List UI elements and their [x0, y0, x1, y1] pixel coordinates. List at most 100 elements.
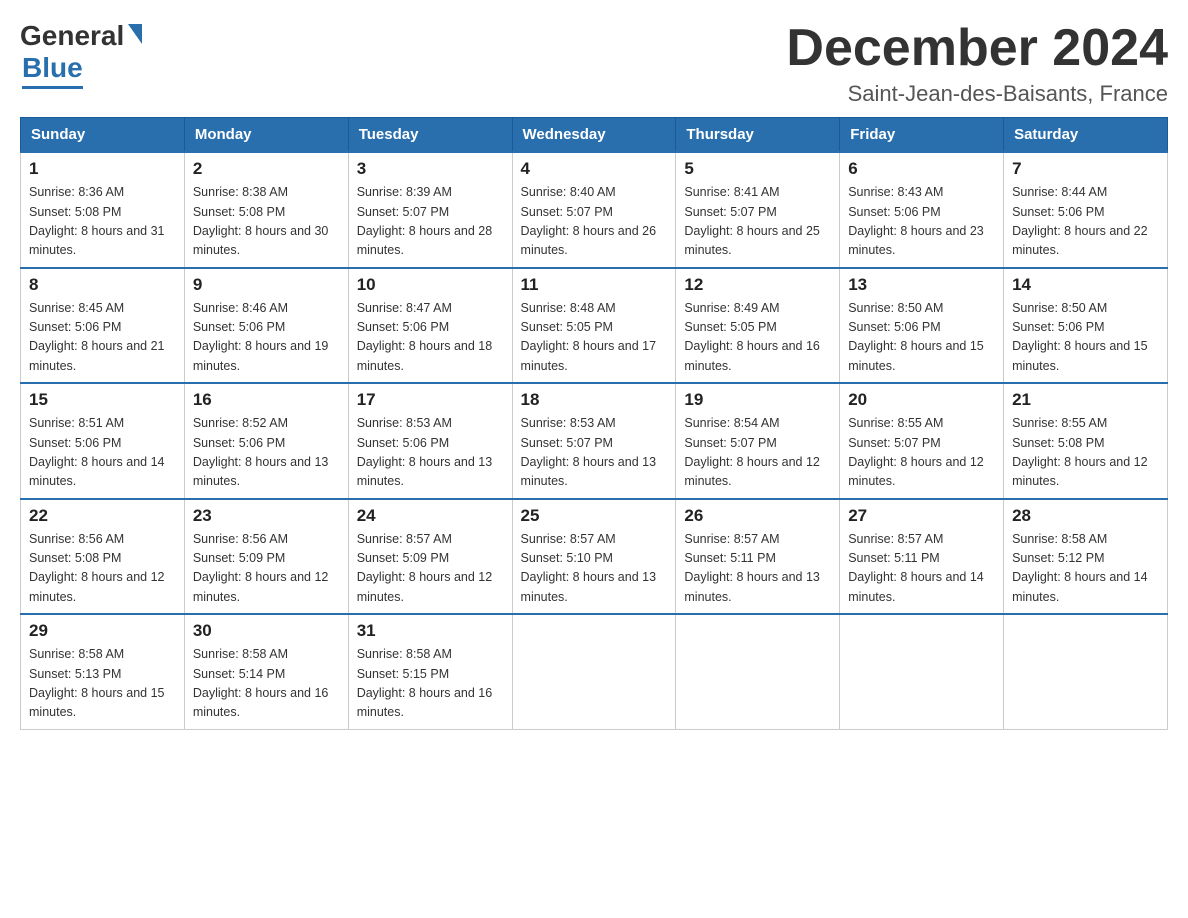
day-number: 7 [1012, 159, 1159, 179]
logo-blue-text: Blue [22, 52, 83, 83]
week-row-4: 22 Sunrise: 8:56 AMSunset: 5:08 PMDayligh… [21, 499, 1168, 615]
calendar-cell: 8 Sunrise: 8:45 AMSunset: 5:06 PMDaylight… [21, 268, 185, 384]
day-info: Sunrise: 8:53 AMSunset: 5:07 PMDaylight:… [521, 414, 668, 492]
calendar-cell: 25 Sunrise: 8:57 AMSunset: 5:10 PMDayligh… [512, 499, 676, 615]
day-info: Sunrise: 8:49 AMSunset: 5:05 PMDaylight:… [684, 299, 831, 377]
day-number: 15 [29, 390, 176, 410]
day-number: 22 [29, 506, 176, 526]
calendar-cell: 12 Sunrise: 8:49 AMSunset: 5:05 PMDayligh… [676, 268, 840, 384]
day-info: Sunrise: 8:47 AMSunset: 5:06 PMDaylight:… [357, 299, 504, 377]
calendar-cell: 15 Sunrise: 8:51 AMSunset: 5:06 PMDayligh… [21, 383, 185, 499]
day-number: 16 [193, 390, 340, 410]
calendar-cell: 30Sunrise: 8:58 AMSunset: 5:14 PMDayligh… [184, 614, 348, 729]
calendar-cell: 19 Sunrise: 8:54 AMSunset: 5:07 PMDayligh… [676, 383, 840, 499]
day-number: 12 [684, 275, 831, 295]
calendar-cell: 22 Sunrise: 8:56 AMSunset: 5:08 PMDayligh… [21, 499, 185, 615]
day-number: 26 [684, 506, 831, 526]
calendar-cell: 10 Sunrise: 8:47 AMSunset: 5:06 PMDayligh… [348, 268, 512, 384]
week-row-5: 29Sunrise: 8:58 AMSunset: 5:13 PMDayligh… [21, 614, 1168, 729]
day-info: Sunrise: 8:46 AMSunset: 5:06 PMDaylight:… [193, 299, 340, 377]
day-info: Sunrise: 8:53 AMSunset: 5:06 PMDaylight:… [357, 414, 504, 492]
day-number: 14 [1012, 275, 1159, 295]
day-info: Sunrise: 8:45 AMSunset: 5:06 PMDaylight:… [29, 299, 176, 377]
day-info: Sunrise: 8:50 AMSunset: 5:06 PMDaylight:… [1012, 299, 1159, 377]
calendar-cell: 21Sunrise: 8:55 AMSunset: 5:08 PMDayligh… [1004, 383, 1168, 499]
day-header-thursday: Thursday [676, 118, 840, 153]
calendar-cell [1004, 614, 1168, 729]
day-header-saturday: Saturday [1004, 118, 1168, 153]
week-row-2: 8 Sunrise: 8:45 AMSunset: 5:06 PMDaylight… [21, 268, 1168, 384]
calendar-cell: 28 Sunrise: 8:58 AMSunset: 5:12 PMDayligh… [1004, 499, 1168, 615]
calendar-cell: 13 Sunrise: 8:50 AMSunset: 5:06 PMDayligh… [840, 268, 1004, 384]
calendar-cell: 6Sunrise: 8:43 AMSunset: 5:06 PMDaylight… [840, 152, 1004, 268]
day-number: 9 [193, 275, 340, 295]
calendar-cell: 23 Sunrise: 8:56 AMSunset: 5:09 PMDayligh… [184, 499, 348, 615]
day-number: 29 [29, 621, 176, 641]
calendar-cell: 31Sunrise: 8:58 AMSunset: 5:15 PMDayligh… [348, 614, 512, 729]
calendar-cell: 5 Sunrise: 8:41 AMSunset: 5:07 PMDaylight… [676, 152, 840, 268]
day-info: Sunrise: 8:55 AMSunset: 5:08 PMDaylight:… [1012, 414, 1159, 492]
day-number: 4 [521, 159, 668, 179]
day-number: 11 [521, 275, 668, 295]
calendar-cell: 27 Sunrise: 8:57 AMSunset: 5:11 PMDayligh… [840, 499, 1004, 615]
logo-triangle-icon [128, 24, 142, 44]
day-info: Sunrise: 8:38 AMSunset: 5:08 PMDaylight:… [193, 183, 340, 261]
day-info: Sunrise: 8:57 AMSunset: 5:11 PMDaylight:… [848, 530, 995, 608]
day-header-tuesday: Tuesday [348, 118, 512, 153]
calendar-cell [676, 614, 840, 729]
day-info: Sunrise: 8:58 AMSunset: 5:14 PMDaylight:… [193, 645, 340, 723]
month-title: December 2024 [786, 20, 1168, 77]
day-info: Sunrise: 8:50 AMSunset: 5:06 PMDaylight:… [848, 299, 995, 377]
day-info: Sunrise: 8:41 AMSunset: 5:07 PMDaylight:… [684, 183, 831, 261]
calendar-cell: 4 Sunrise: 8:40 AMSunset: 5:07 PMDaylight… [512, 152, 676, 268]
calendar-cell [512, 614, 676, 729]
day-number: 20 [848, 390, 995, 410]
calendar-cell: 3Sunrise: 8:39 AMSunset: 5:07 PMDaylight… [348, 152, 512, 268]
day-header-sunday: Sunday [21, 118, 185, 153]
calendar-cell: 7Sunrise: 8:44 AMSunset: 5:06 PMDaylight… [1004, 152, 1168, 268]
day-info: Sunrise: 8:40 AMSunset: 5:07 PMDaylight:… [521, 183, 668, 261]
calendar-cell: 18 Sunrise: 8:53 AMSunset: 5:07 PMDayligh… [512, 383, 676, 499]
day-number: 17 [357, 390, 504, 410]
calendar-cell: 9 Sunrise: 8:46 AMSunset: 5:06 PMDaylight… [184, 268, 348, 384]
day-info: Sunrise: 8:56 AMSunset: 5:08 PMDaylight:… [29, 530, 176, 608]
day-info: Sunrise: 8:51 AMSunset: 5:06 PMDaylight:… [29, 414, 176, 492]
week-row-3: 15 Sunrise: 8:51 AMSunset: 5:06 PMDayligh… [21, 383, 1168, 499]
calendar-cell: 1Sunrise: 8:36 AMSunset: 5:08 PMDaylight… [21, 152, 185, 268]
location-title: Saint-Jean-des-Baisants, France [786, 81, 1168, 107]
day-number: 1 [29, 159, 176, 179]
calendar-cell: 14 Sunrise: 8:50 AMSunset: 5:06 PMDayligh… [1004, 268, 1168, 384]
calendar-cell: 11 Sunrise: 8:48 AMSunset: 5:05 PMDayligh… [512, 268, 676, 384]
day-number: 25 [521, 506, 668, 526]
calendar-cell: 24 Sunrise: 8:57 AMSunset: 5:09 PMDayligh… [348, 499, 512, 615]
calendar-cell [840, 614, 1004, 729]
day-number: 3 [357, 159, 504, 179]
day-header-friday: Friday [840, 118, 1004, 153]
day-number: 13 [848, 275, 995, 295]
day-number: 18 [521, 390, 668, 410]
day-info: Sunrise: 8:56 AMSunset: 5:09 PMDaylight:… [193, 530, 340, 608]
calendar-table: SundayMondayTuesdayWednesdayThursdayFrid… [20, 117, 1168, 730]
day-number: 10 [357, 275, 504, 295]
day-number: 24 [357, 506, 504, 526]
day-info: Sunrise: 8:48 AMSunset: 5:05 PMDaylight:… [521, 299, 668, 377]
week-row-1: 1Sunrise: 8:36 AMSunset: 5:08 PMDaylight… [21, 152, 1168, 268]
logo-general-text: General [20, 20, 124, 52]
day-number: 23 [193, 506, 340, 526]
day-info: Sunrise: 8:57 AMSunset: 5:10 PMDaylight:… [521, 530, 668, 608]
day-number: 5 [684, 159, 831, 179]
day-number: 8 [29, 275, 176, 295]
title-area: December 2024 Saint-Jean-des-Baisants, F… [786, 20, 1168, 107]
day-info: Sunrise: 8:52 AMSunset: 5:06 PMDaylight:… [193, 414, 340, 492]
day-number: 31 [357, 621, 504, 641]
day-number: 27 [848, 506, 995, 526]
logo-underline [22, 86, 83, 89]
logo: General Blue [20, 20, 144, 89]
day-number: 28 [1012, 506, 1159, 526]
calendar-cell: 16 Sunrise: 8:52 AMSunset: 5:06 PMDayligh… [184, 383, 348, 499]
day-info: Sunrise: 8:57 AMSunset: 5:09 PMDaylight:… [357, 530, 504, 608]
day-info: Sunrise: 8:55 AMSunset: 5:07 PMDaylight:… [848, 414, 995, 492]
day-info: Sunrise: 8:58 AMSunset: 5:12 PMDaylight:… [1012, 530, 1159, 608]
day-info: Sunrise: 8:54 AMSunset: 5:07 PMDaylight:… [684, 414, 831, 492]
day-number: 19 [684, 390, 831, 410]
